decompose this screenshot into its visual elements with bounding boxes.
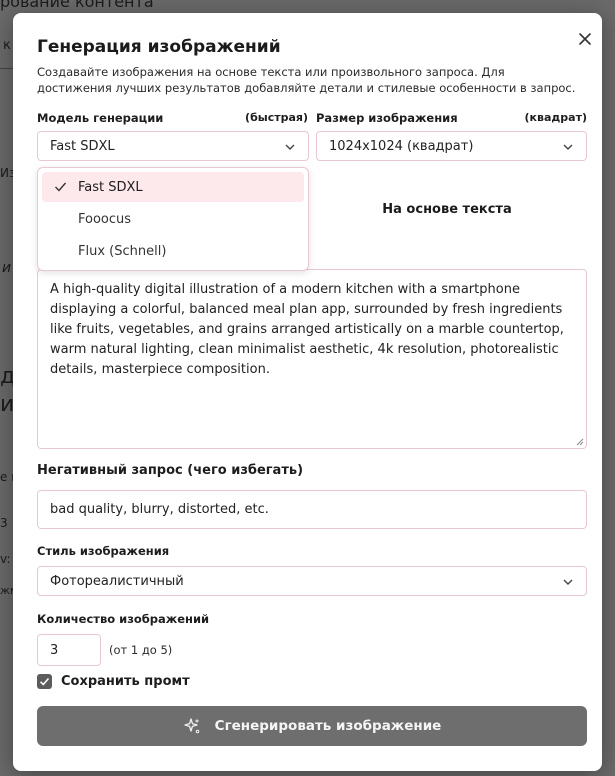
size-select[interactable]: 1024x1024 (квадрат) (316, 131, 587, 161)
image-generation-dialog: Генерация изображений Создавайте изображ… (13, 13, 602, 771)
size-hint: (квадрат) (524, 111, 587, 124)
count-input[interactable]: 3 (37, 634, 101, 666)
model-option-label: Fooocus (78, 211, 132, 227)
tab-text-based[interactable]: На основе текста (329, 202, 565, 217)
backdrop-text: и (2, 260, 12, 276)
close-icon (579, 33, 591, 45)
negative-input[interactable]: bad quality, blurry, distorted, etc. (37, 490, 587, 529)
prompt-text: A high-quality digital illustration of a… (50, 282, 564, 377)
save-prompt-checkbox[interactable] (37, 674, 52, 689)
resize-handle-icon[interactable] (576, 438, 584, 446)
chevron-down-icon (563, 144, 573, 150)
backdrop-text: 3 (0, 516, 8, 530)
model-option-label: Flux (Schnell) (78, 243, 167, 259)
check-icon (55, 182, 67, 192)
backdrop-divider (0, 68, 14, 69)
sparkles-icon (184, 718, 200, 734)
dialog-description: Создавайте изображения на основе текста … (37, 65, 576, 95)
model-option-label: Fast SDXL (78, 179, 143, 195)
style-select[interactable]: Фотореалистичный (37, 566, 587, 596)
model-select[interactable]: Fast SDXL (37, 131, 309, 161)
model-option-flux-schnell[interactable]: Flux (Schnell) (42, 236, 304, 266)
checkmark-icon (39, 677, 50, 686)
style-label: Стиль изображения (37, 544, 170, 558)
negative-input-value: bad quality, blurry, distorted, etc. (50, 502, 269, 517)
prompt-textarea[interactable]: A high-quality digital illustration of a… (37, 269, 587, 449)
dialog-title: Генерация изображений (37, 37, 281, 57)
close-button[interactable] (575, 29, 595, 49)
model-select-value: Fast SDXL (50, 138, 115, 154)
generate-button-label: Сгенерировать изображение (214, 718, 442, 734)
negative-label: Негативный запрос (чего избегать) (37, 463, 304, 478)
backdrop-text: к (3, 38, 11, 53)
chevron-down-icon (285, 144, 295, 150)
save-prompt-label[interactable]: Сохранить промт (61, 674, 190, 689)
backdrop-text: v: (0, 552, 11, 566)
model-dropdown-menu: Fast SDXL Fooocus Flux (Schnell) (37, 167, 309, 271)
count-label: Количество изображений (37, 612, 210, 626)
model-hint: (быстрая) (245, 111, 308, 124)
chevron-down-icon (563, 579, 573, 585)
generate-button[interactable]: Сгенерировать изображение (37, 706, 587, 746)
save-prompt-row: Сохранить промт (37, 674, 190, 689)
model-option-fooocus[interactable]: Fooocus (42, 204, 304, 234)
style-select-value: Фотореалистичный (50, 573, 184, 589)
size-label: Размер изображения (316, 111, 458, 125)
model-label: Модель генерации (37, 111, 164, 125)
backdrop-heading: рование контента (0, 0, 154, 11)
count-range-hint: (от 1 до 5) (109, 643, 173, 657)
count-input-value: 3 (50, 642, 59, 658)
size-select-value: 1024x1024 (квадрат) (329, 138, 474, 154)
model-option-fast-sdxl[interactable]: Fast SDXL (42, 172, 304, 202)
